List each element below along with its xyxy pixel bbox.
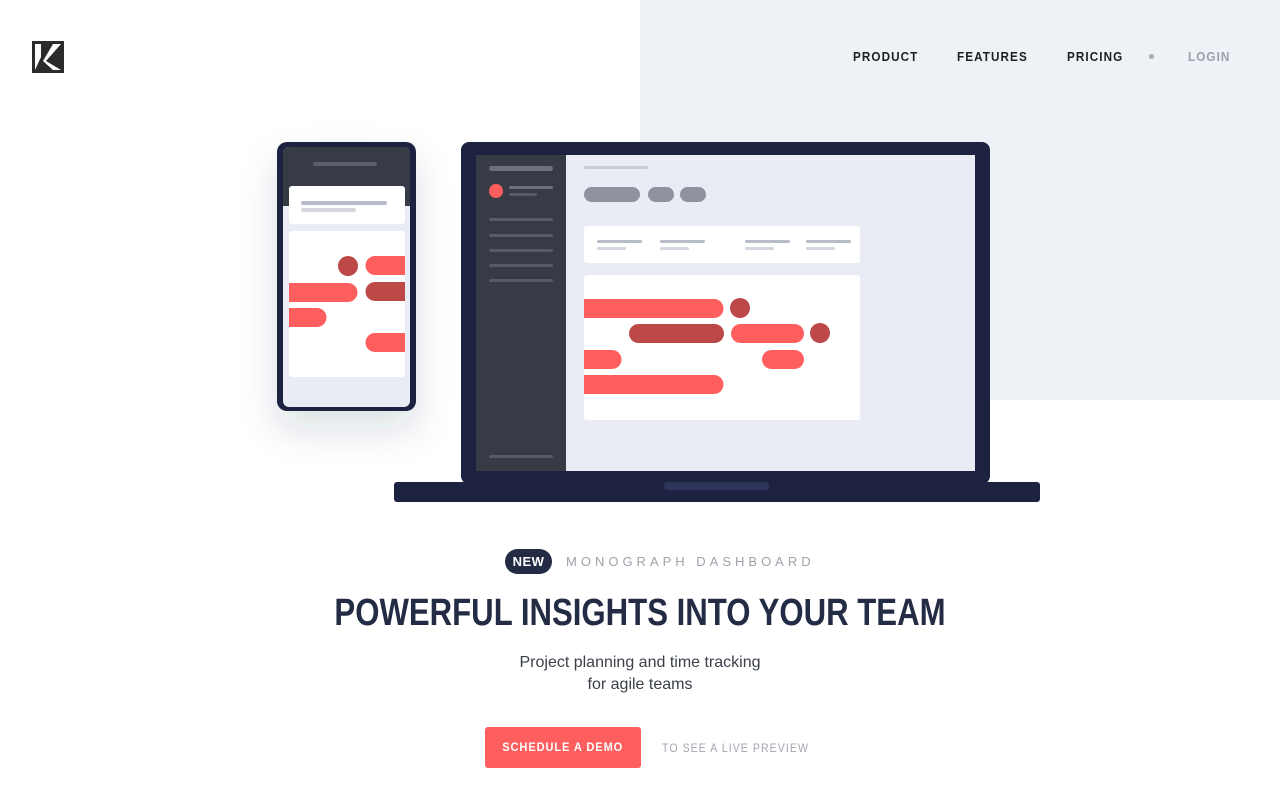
cta-note: TO SEE A LIVE PREVIEW xyxy=(662,741,810,755)
hero-subtitle: Project planning and time tracking for a… xyxy=(0,652,1280,696)
schedule-demo-button[interactable]: SCHEDULE A DEMO xyxy=(485,727,641,768)
device-illustration xyxy=(277,142,1040,502)
new-badge: NEW xyxy=(505,549,552,574)
subtitle-line-2: for agile teams xyxy=(587,676,693,693)
hero-eyebrow: NEW MONOGRAPH DASHBOARD xyxy=(0,549,1280,575)
phone-mockup xyxy=(277,142,416,411)
subtitle-line-1: Project planning and time tracking xyxy=(519,654,761,671)
product-name-label: MONOGRAPH DASHBOARD xyxy=(566,554,815,569)
page-title: POWERFUL INSIGHTS INTO YOUR TEAM xyxy=(334,592,946,634)
schedule-demo-label: SCHEDULE A DEMO xyxy=(502,740,624,754)
laptop-mockup xyxy=(394,142,1040,502)
